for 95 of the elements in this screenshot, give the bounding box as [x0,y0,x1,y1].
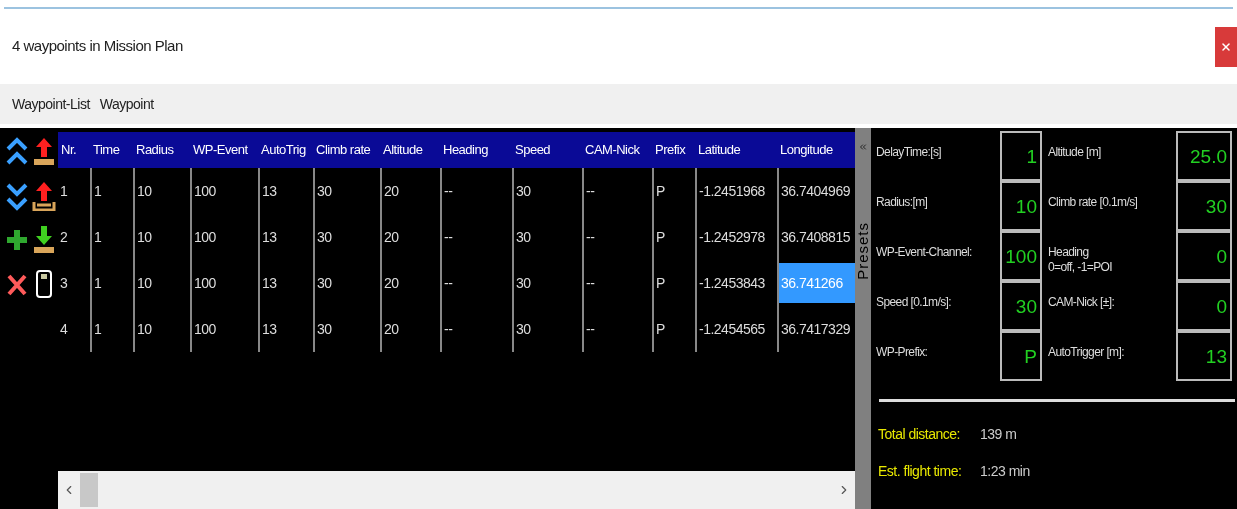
table-cell[interactable]: 36.7417329 [779,318,850,340]
table-cell[interactable]: -- [442,272,453,294]
table-cell[interactable]: 36.7404969 [779,180,850,202]
table-cell[interactable]: 100 [192,180,216,202]
table-cell[interactable]: -1.2452978 [697,226,765,248]
table-cell[interactable]: 20 [382,226,399,248]
value-field[interactable]: 0 [1176,231,1232,281]
column-header[interactable]: WP-Event [190,140,258,160]
field-label: Altitude [m] [1048,144,1102,161]
table-cell[interactable]: 10 [135,226,152,248]
table-cell[interactable]: P [654,180,665,202]
column-header[interactable]: Longitude [777,140,855,160]
table-cell[interactable]: 3 [58,272,68,294]
column-header[interactable]: Heading [440,140,512,160]
column-header[interactable]: Time [90,140,133,160]
value-field[interactable]: 30 [1176,181,1232,231]
table-cell[interactable]: 20 [382,272,399,294]
table-cell[interactable]: 1 [92,272,102,294]
menu-item[interactable]: Waypoint-List [12,93,90,115]
field-label: Speed [0.1m/s]: [876,294,953,311]
summary-label: Total distance: [878,425,961,444]
table-cell[interactable]: 13 [260,180,277,202]
table-cell[interactable]: 30 [514,226,531,248]
table-cell[interactable]: 36.7408815 [779,226,850,248]
table-cell[interactable]: 100 [192,226,216,248]
table-cell[interactable]: 30 [315,226,332,248]
table-cell[interactable]: 30 [514,318,531,340]
table-cell[interactable]: 10 [135,272,152,294]
table-cell[interactable]: 20 [382,180,399,202]
value-field[interactable]: 10 [1000,181,1042,231]
close-icon [1220,40,1232,53]
column-header[interactable]: Prefix [652,140,695,160]
horizontal-scrollbar[interactable] [58,471,855,509]
table-cell[interactable]: -- [584,272,595,294]
table-cell[interactable]: P [654,272,665,294]
field-label: Radius:[m] [876,194,929,211]
table-cell[interactable]: -- [584,180,595,202]
table-cell[interactable]: 20 [382,318,399,340]
column-header[interactable]: CAM-Nick [582,140,652,160]
column-header[interactable]: Latitude [695,140,777,160]
table-cell[interactable]: 30 [315,180,332,202]
table-cell[interactable]: 1 [92,226,102,248]
close-button[interactable] [1215,26,1237,67]
summary-label: Est. flight time: [878,462,963,481]
value-field[interactable]: 100 [1000,231,1042,281]
field-label: WP-Event-Channel: [876,244,973,261]
summary-value: 1:23 min [980,462,1030,481]
table-cell[interactable]: -1.2453843 [697,272,765,294]
table-cell[interactable]: -- [584,226,595,248]
value-field[interactable]: 13 [1176,331,1232,381]
table-cell[interactable]: 30 [514,272,531,294]
table-cell[interactable]: 10 [135,318,152,340]
field-label: AutoTrigger [m]: [1048,344,1125,361]
table-cell[interactable]: 13 [260,318,277,340]
table-cell[interactable]: 30 [514,180,531,202]
value-field[interactable]: 0 [1176,281,1232,331]
scrollbar-thumb[interactable] [80,473,98,507]
table-cell[interactable]: 1 [92,318,102,340]
table-cell[interactable]: 1 [58,180,68,202]
menu-item[interactable]: Waypoint [99,93,154,115]
column-header[interactable]: AutoTrig [258,140,313,160]
table-cell[interactable]: 13 [260,226,277,248]
table-cell[interactable]: 1 [92,180,102,202]
field-label: Climb rate [0.1m/s] [1048,194,1139,211]
table-cell[interactable]: 100 [192,272,216,294]
table-cell[interactable]: -- [442,226,453,248]
table-cell[interactable]: -1.2451968 [697,180,765,202]
column-header[interactable]: Climb rate [313,140,380,160]
field-label: CAM-Nick [±]: [1048,294,1116,311]
column-header[interactable]: Nr. [58,140,90,160]
table-cell[interactable]: -- [442,318,453,340]
table-cell[interactable]: 4 [58,318,68,340]
table-cell[interactable]: -- [584,318,595,340]
value-field[interactable]: 1 [1000,131,1042,181]
table-cell[interactable]: 10 [135,180,152,202]
value-field[interactable]: 25.0 [1176,131,1232,181]
column-header[interactable]: Radius [133,140,190,160]
table-cell[interactable]: 13 [260,272,277,294]
table-cell[interactable]: P [654,318,665,340]
table-cell[interactable]: 2 [58,226,68,248]
table-cell[interactable]: 30 [315,272,332,294]
field-label: WP-Prefix: [876,344,929,361]
table-cell[interactable]: 100 [192,318,216,340]
column-header[interactable]: Speed [512,140,582,160]
value-field[interactable]: P [1000,331,1042,381]
summary-value: 139 m [980,425,1017,444]
field-label: Heading 0=off, -1=POI [1048,244,1114,276]
window-title: 4 waypoints in Mission Plan [12,36,183,57]
field-label: DelayTime:[s] [876,144,943,161]
table-cell[interactable]: -1.2454565 [697,318,765,340]
column-header[interactable]: Altitude [380,140,440,160]
table-cell[interactable]: P [654,226,665,248]
table-cell[interactable]: -- [442,180,453,202]
table-cell[interactable]: 30 [315,318,332,340]
value-field[interactable]: 30 [1000,281,1042,331]
